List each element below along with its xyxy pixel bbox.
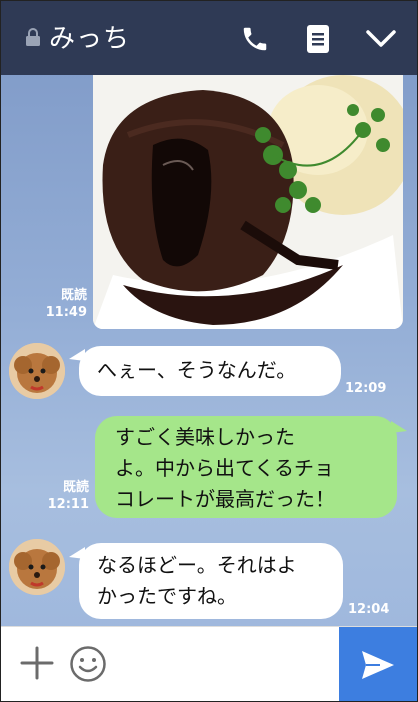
read-label: 既読 xyxy=(62,480,89,495)
chevron-down-icon[interactable] xyxy=(363,21,399,57)
friend-avatar[interactable] xyxy=(9,343,65,399)
message-time: 12:04 xyxy=(348,602,390,617)
outgoing-message-bubble[interactable]: すごく美味しかった よ。中から出てくるチョ コレートが最高だった！ xyxy=(95,416,397,518)
message-text: へぇー、そうなんだ。 xyxy=(97,358,297,382)
incoming-message-bubble[interactable]: なるほどー。それはよ かったですね。 xyxy=(79,543,343,619)
memo-icon[interactable] xyxy=(300,21,336,57)
message-text-line: なるほどー。それはよ xyxy=(97,553,297,577)
read-receipt: 既読 12:11 xyxy=(41,479,89,513)
chat-title[interactable]: みっち xyxy=(49,18,130,55)
send-icon xyxy=(362,650,394,679)
chat-screen: みっち 既読 11:49 へぇー、そうなんだ。 12:09 すごく美味しかった … xyxy=(0,0,418,702)
message-text-line: コレートが最高だった！ xyxy=(115,487,335,511)
sent-image[interactable] xyxy=(93,75,403,329)
chat-header: みっち xyxy=(1,1,417,75)
message-text-line: すごく美味しかった xyxy=(115,425,295,449)
read-receipt: 既読 11:49 xyxy=(39,287,87,321)
message-text-line: かったですね。 xyxy=(97,584,237,608)
message-text-line: よ。中から出てくるチョ xyxy=(115,456,334,480)
message-time: 12:09 xyxy=(345,381,387,396)
phone-icon[interactable] xyxy=(237,21,273,57)
message-input-bar xyxy=(1,626,417,701)
lock-icon xyxy=(25,27,41,47)
incoming-message-bubble[interactable]: へぇー、そうなんだ。 xyxy=(79,346,341,396)
emoji-icon[interactable] xyxy=(69,645,107,683)
send-button[interactable] xyxy=(339,627,417,701)
chocolate-fondant-photo xyxy=(93,75,403,329)
friend-avatar[interactable] xyxy=(9,539,65,595)
message-time: 12:11 xyxy=(47,497,89,512)
message-time: 11:49 xyxy=(45,305,87,320)
read-label: 既読 xyxy=(60,288,87,303)
plus-icon[interactable] xyxy=(19,645,55,681)
